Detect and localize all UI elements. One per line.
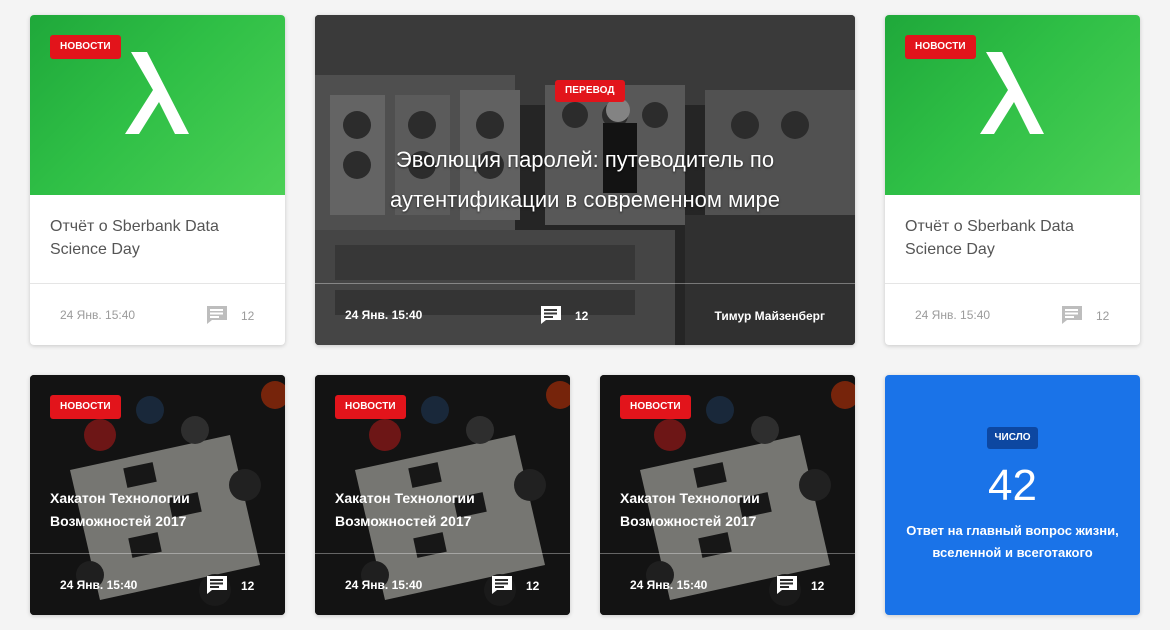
comment-count: 12 [575,309,589,323]
publish-date: 24 Янв. 15:40 [60,308,136,322]
divider [315,553,570,554]
card-title[interactable]: Эволюция паролей: путеводитель по аутент… [355,140,815,220]
card-title[interactable]: Хакатон Технологии Возможностей 2017 [620,487,825,533]
comment-icon [207,306,227,324]
comment-count: 12 [1096,309,1110,323]
card-title[interactable]: Отчёт о Sberbank Data Science Day [50,215,265,261]
divider [885,283,1140,284]
comment-icon [541,306,561,324]
number-caption: Ответ на главный вопрос жизни, вселенной… [906,523,1119,560]
category-badge[interactable]: ЧИСЛО [986,427,1039,449]
comment-count: 12 [526,579,540,593]
category-badge[interactable]: НОВОСТИ [905,35,976,59]
category-badge[interactable]: НОВОСТИ [620,395,691,419]
category-badge[interactable]: НОВОСТИ [335,395,406,419]
divider [600,553,855,554]
author-name[interactable]: Тимур Майзенберг [715,309,825,323]
lambda-logo-icon [30,50,285,145]
big-number: 42 [988,461,1037,510]
comment-icon [1062,306,1082,324]
comment-icon [777,576,797,594]
publish-date: 24 Янв. 15:40 [60,578,138,592]
news-card[interactable]: НОВОСТИ Отчёт о Sberbank Data Science Da… [30,15,285,345]
category-badge[interactable]: НОВОСТИ [50,35,121,59]
news-card[interactable]: НОВОСТИ Хакатон Технологии Возможностей … [600,375,855,615]
featured-card[interactable]: ПЕРЕВОД Эволюция паролей: путеводитель п… [315,15,855,345]
card-title[interactable]: Отчёт о Sberbank Data Science Day [905,215,1120,261]
news-card[interactable]: НОВОСТИ Отчёт о Sberbank Data Science Da… [885,15,1140,345]
comment-icon [207,576,227,594]
divider [315,283,855,284]
category-badge[interactable]: НОВОСТИ [50,395,121,419]
card-title[interactable]: Хакатон Технологии Возможностей 2017 [335,487,540,533]
news-card[interactable]: НОВОСТИ Хакатон Технологии Возможностей … [30,375,285,615]
divider [30,283,285,284]
publish-date: 24 Янв. 15:40 [630,578,708,592]
category-badge[interactable]: ПЕРЕВОД [555,80,625,102]
news-card[interactable]: НОВОСТИ Хакатон Технологии Возможностей … [315,375,570,615]
divider [30,553,285,554]
comment-count: 12 [241,309,255,323]
comment-icon [492,576,512,594]
publish-date: 24 Янв. 15:40 [345,578,423,592]
card-title[interactable]: Хакатон Технологии Возможностей 2017 [50,487,255,533]
lambda-logo-icon [885,50,1140,145]
comment-count: 12 [811,579,825,593]
number-card[interactable]: ЧИСЛО 42 Ответ на главный вопрос жизни, … [885,375,1140,615]
publish-date: 24 Янв. 15:40 [915,308,991,322]
comment-count: 12 [241,579,255,593]
publish-date: 24 Янв. 15:40 [345,308,423,322]
